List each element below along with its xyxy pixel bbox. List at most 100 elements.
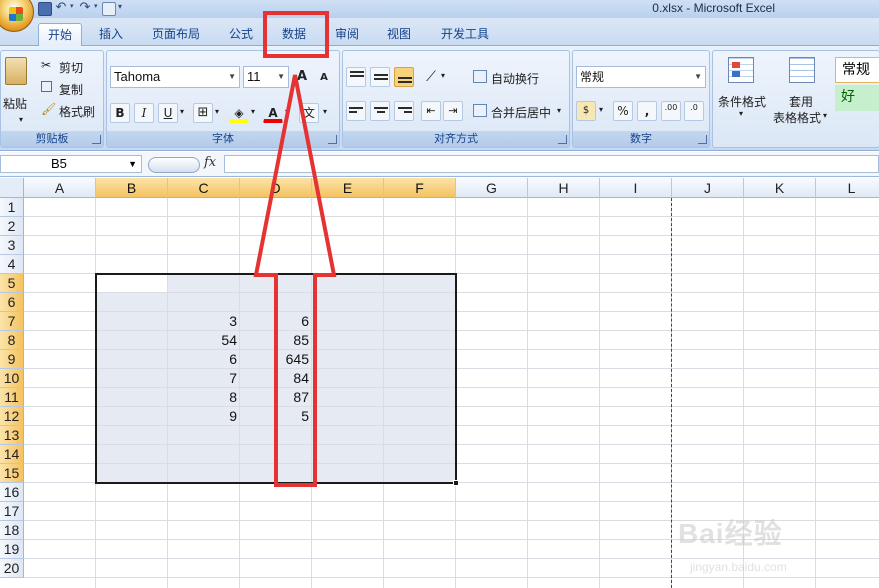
tab-insert[interactable]: 插入 <box>88 23 134 46</box>
column-header-i[interactable]: I <box>600 178 672 198</box>
paste-dropdown-icon[interactable]: ▾ <box>19 115 23 124</box>
bold-button[interactable]: B <box>110 103 130 123</box>
row-header-5[interactable]: 5 <box>0 274 24 293</box>
row-header-17[interactable]: 17 <box>0 502 24 521</box>
shrink-font-button[interactable]: A <box>314 68 334 88</box>
increase-indent-icon[interactable]: ⇥ <box>443 101 463 121</box>
format-painter-button[interactable]: 格式刷 <box>59 103 95 120</box>
row-header-14[interactable]: 14 <box>0 445 24 464</box>
phonetic-dropdown-icon[interactable]: ▾ <box>323 107 327 116</box>
row-header-2[interactable]: 2 <box>0 217 24 236</box>
column-header-c[interactable]: C <box>168 178 240 198</box>
style-good-cell[interactable]: 好 <box>835 85 879 111</box>
column-header-h[interactable]: H <box>528 178 600 198</box>
insert-function-button[interactable]: fx <box>204 155 216 170</box>
column-header-a[interactable]: A <box>24 178 96 198</box>
fill-handle[interactable] <box>453 480 459 486</box>
customize-qat-icon[interactable]: ▾ <box>118 2 126 16</box>
align-top-icon[interactable] <box>346 67 366 87</box>
column-header-e[interactable]: E <box>312 178 384 198</box>
formula-cancel-enter-icon[interactable] <box>148 157 200 173</box>
tab-review[interactable]: 审阅 <box>324 23 370 46</box>
row-header-11[interactable]: 11 <box>0 388 24 407</box>
accounting-dropdown-icon[interactable]: ▾ <box>599 105 603 114</box>
accounting-format-icon[interactable]: $ <box>576 101 596 121</box>
column-header-f[interactable]: F <box>384 178 456 198</box>
conditional-format-dropdown-icon[interactable]: ▾ <box>739 109 743 118</box>
borders-dropdown-icon[interactable]: ▾ <box>215 107 219 116</box>
print-preview-icon[interactable] <box>102 2 116 16</box>
decrease-indent-icon[interactable]: ⇤ <box>421 101 441 121</box>
row-header-7[interactable]: 7 <box>0 312 24 331</box>
merge-dropdown-icon[interactable]: ▾ <box>557 106 561 115</box>
row-header-20[interactable]: 20 <box>0 559 24 578</box>
conditional-format-button[interactable]: 条件格式 <box>718 93 766 110</box>
save-icon[interactable] <box>38 2 52 16</box>
align-right-icon[interactable] <box>394 101 414 121</box>
paste-button[interactable]: 粘贴 <box>3 95 27 112</box>
row-header-4[interactable]: 4 <box>0 255 24 274</box>
fill-color-dropdown-icon[interactable]: ▾ <box>251 107 255 116</box>
redo-icon[interactable]: ↷ <box>78 1 92 16</box>
italic-button[interactable]: I <box>134 103 154 123</box>
percent-button[interactable]: % <box>613 101 633 121</box>
row-header-13[interactable]: 13 <box>0 426 24 445</box>
font-color-dropdown-icon[interactable]: ▾ <box>285 107 289 116</box>
row-header-3[interactable]: 3 <box>0 236 24 255</box>
tab-developer[interactable]: 开发工具 <box>430 23 500 46</box>
underline-dropdown-icon[interactable]: ▾ <box>180 107 184 116</box>
table-format-label-1[interactable]: 套用 <box>789 93 813 110</box>
grow-font-button[interactable]: A <box>292 67 312 87</box>
row-header-9[interactable]: 9 <box>0 350 24 369</box>
merge-center-button[interactable]: 合并后居中 <box>491 104 551 121</box>
align-bottom-icon[interactable] <box>394 67 414 87</box>
increase-decimal-button[interactable]: .00 <box>661 101 681 121</box>
align-left-icon[interactable] <box>346 101 366 121</box>
font-launcher-icon[interactable] <box>328 135 337 144</box>
underline-button[interactable]: U <box>158 103 178 123</box>
table-format-button[interactable]: 表格格式 <box>773 109 821 126</box>
name-box[interactable]: B5 ▼ <box>0 155 142 173</box>
borders-icon[interactable]: ⊞ <box>193 103 213 123</box>
select-all-corner[interactable] <box>0 178 24 198</box>
wrap-text-button[interactable]: 自动换行 <box>491 70 539 87</box>
column-header-g[interactable]: G <box>456 178 528 198</box>
row-header-12[interactable]: 12 <box>0 407 24 426</box>
number-launcher-icon[interactable] <box>698 135 707 144</box>
fill-color-icon[interactable]: ◈ <box>229 103 249 123</box>
row-header-16[interactable]: 16 <box>0 483 24 502</box>
clipboard-launcher-icon[interactable] <box>92 135 101 144</box>
decrease-decimal-button[interactable]: .0 <box>684 101 704 121</box>
phonetic-guide-button[interactable]: 文 <box>299 103 319 123</box>
row-header-19[interactable]: 19 <box>0 540 24 559</box>
row-header-8[interactable]: 8 <box>0 331 24 350</box>
tab-page-layout[interactable]: 页面布局 <box>142 23 210 46</box>
number-format-select[interactable]: 常规 ▼ <box>576 66 706 88</box>
font-color-button[interactable]: A <box>263 103 283 123</box>
alignment-launcher-icon[interactable] <box>558 135 567 144</box>
align-center-icon[interactable] <box>370 101 390 121</box>
comma-style-button[interactable]: , <box>637 101 657 121</box>
align-middle-icon[interactable] <box>370 67 390 87</box>
tab-view[interactable]: 视图 <box>376 23 422 46</box>
font-name-select[interactable]: Tahoma ▼ <box>110 66 240 88</box>
copy-button[interactable]: 复制 <box>59 81 83 98</box>
column-header-k[interactable]: K <box>744 178 816 198</box>
undo-dropdown-icon[interactable]: ▾ <box>70 2 76 16</box>
orientation-dropdown-icon[interactable]: ▾ <box>441 71 445 80</box>
formula-input[interactable] <box>224 155 879 173</box>
orientation-icon[interactable]: ⟋ <box>421 67 441 87</box>
tab-formulas[interactable]: 公式 <box>218 23 264 46</box>
column-header-j[interactable]: J <box>672 178 744 198</box>
paste-icon[interactable] <box>5 57 27 85</box>
font-size-select[interactable]: 11 ▼ <box>243 66 289 88</box>
undo-icon[interactable]: ↶ <box>54 1 68 16</box>
tab-data[interactable]: 数据 <box>270 23 318 46</box>
column-header-b[interactable]: B <box>96 178 168 198</box>
column-header-d[interactable]: D <box>240 178 312 198</box>
row-header-6[interactable]: 6 <box>0 293 24 312</box>
cut-button[interactable]: 剪切 <box>59 59 83 76</box>
row-header-15[interactable]: 15 <box>0 464 24 483</box>
column-header-l[interactable]: L <box>816 178 879 198</box>
row-header-10[interactable]: 10 <box>0 369 24 388</box>
